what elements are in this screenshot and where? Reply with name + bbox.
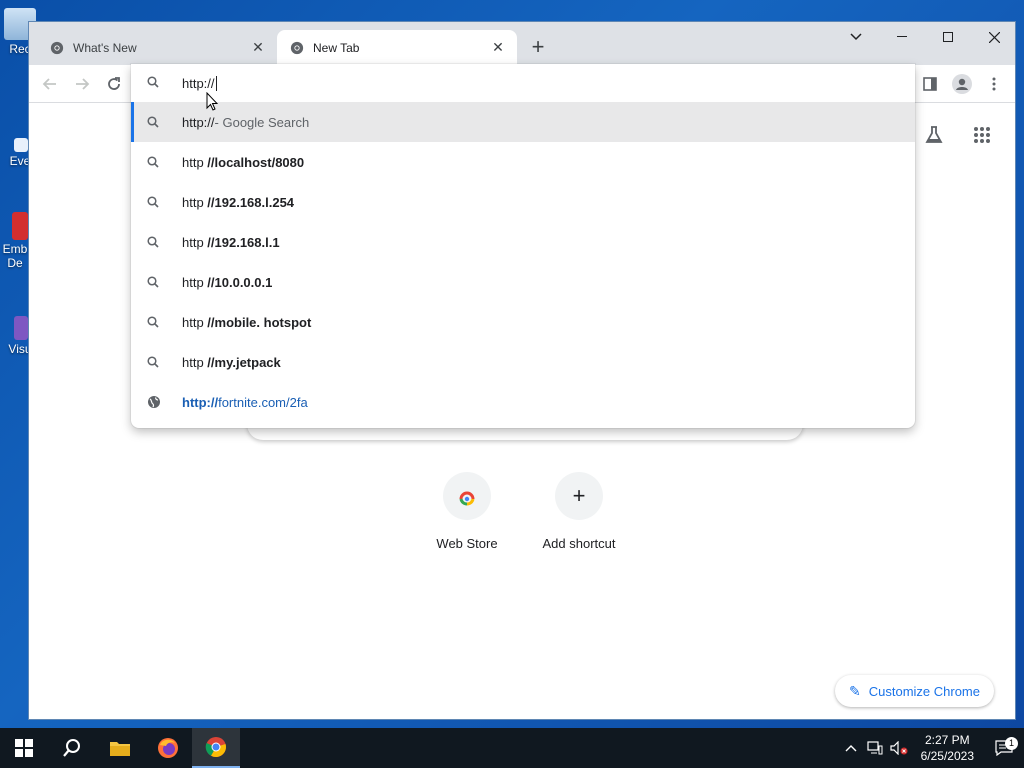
minimize-button[interactable] <box>879 22 925 52</box>
suggestion-prefix: http:// <box>182 394 219 410</box>
suggestion-prefix: http <box>182 154 208 170</box>
suggestion-rest: //192.168.l.1 <box>207 234 280 250</box>
suggestion-prefix: http <box>182 194 208 210</box>
tab-strip: What's New ✕ New Tab ✕ + <box>29 22 1015 65</box>
clock-date: 6/25/2023 <box>920 749 974 763</box>
menu-icon[interactable] <box>979 69 1009 99</box>
app-icon <box>12 212 28 240</box>
shortcut-label: Web Store <box>436 536 498 551</box>
mouse-cursor-icon <box>206 91 219 116</box>
tab-search-button[interactable] <box>833 22 879 52</box>
search-icon <box>147 75 163 91</box>
suggestion-rest: //10.0.0.0.1 <box>207 274 273 290</box>
globe-icon <box>147 395 163 409</box>
start-button[interactable] <box>0 728 48 768</box>
customize-label: Customize Chrome <box>868 683 980 699</box>
notification-badge: 1 <box>1005 737 1018 750</box>
search-icon <box>147 196 163 208</box>
suggestion-prefix: http <box>182 234 208 250</box>
suggestion-item[interactable]: http //mobile. hotspot <box>131 302 915 342</box>
search-icon <box>147 156 163 168</box>
suggestion-rest: //mobile. hotspot <box>207 314 312 330</box>
shortcut-icon <box>14 138 28 152</box>
pencil-icon: ✎ <box>849 682 861 699</box>
visual-studio-icon <box>14 316 28 340</box>
suggestion-rest: //my.jetpack <box>207 354 281 370</box>
tab-whats-new[interactable]: What's New ✕ <box>37 30 277 65</box>
suggestion-item[interactable]: http://fortnite.com/2fa <box>131 382 915 422</box>
suggestion-rest: //192.168.l.254 <box>207 194 295 210</box>
file-explorer-icon[interactable] <box>96 728 144 768</box>
system-tray: 2:27 PM 6/25/2023 1 <box>839 728 1024 768</box>
suggestion-prefix: http <box>182 314 208 330</box>
suggestion-rest: //localhost/8080 <box>207 154 305 170</box>
reload-button[interactable] <box>99 69 129 99</box>
suggestion-item[interactable]: http //my.jetpack <box>131 342 915 382</box>
profile-icon[interactable] <box>947 69 977 99</box>
suggestion-rest: fortnite.com/2fa <box>218 394 308 410</box>
network-icon[interactable] <box>863 741 887 755</box>
address-input[interactable]: http:// <box>182 76 215 91</box>
web-store-icon <box>443 472 491 520</box>
shortcut-add[interactable]: + Add shortcut <box>529 472 629 551</box>
firefox-icon[interactable] <box>144 728 192 768</box>
suggestion-item[interactable]: http //10.0.0.0.1 <box>131 262 915 302</box>
close-tab-icon[interactable]: ✕ <box>249 39 267 57</box>
forward-button[interactable] <box>67 69 97 99</box>
plus-icon: + <box>555 472 603 520</box>
search-icon <box>147 276 163 288</box>
search-icon <box>147 236 163 248</box>
new-tab-button[interactable]: + <box>525 34 551 60</box>
suggestion-rest: - Google Search <box>214 114 310 130</box>
back-button[interactable] <box>35 69 65 99</box>
suggestion-prefix: http <box>182 354 208 370</box>
tab-new-tab[interactable]: New Tab ✕ <box>277 30 517 65</box>
search-icon <box>147 116 163 128</box>
close-tab-icon[interactable]: ✕ <box>489 39 507 57</box>
tab-title: What's New <box>73 40 137 55</box>
suggestion-prefix: http:// <box>182 114 215 130</box>
text-caret <box>215 75 217 91</box>
close-window-button[interactable] <box>971 22 1015 52</box>
suggestion-item[interactable]: http //localhost/8080 <box>131 142 915 182</box>
browser-window: What's New ✕ New Tab ✕ + http:// http://… <box>28 21 1016 720</box>
search-button[interactable] <box>48 728 96 768</box>
suggestion-item[interactable]: http //192.168.l.1 <box>131 222 915 262</box>
suggestion-prefix: http <box>182 274 208 290</box>
taskbar: 2:27 PM 6/25/2023 1 <box>0 728 1024 768</box>
clock-time: 2:27 PM <box>924 733 970 747</box>
volume-muted-icon[interactable] <box>887 741 911 755</box>
chrome-icon <box>49 40 65 56</box>
customize-chrome-button[interactable]: ✎ Customize Chrome <box>835 675 994 707</box>
clock[interactable]: 2:27 PM 6/25/2023 <box>911 732 984 764</box>
desktop-icon-label: Emb De <box>2 242 28 270</box>
omnibox-dropdown: http:// http:// - Google Search http //l… <box>131 64 915 428</box>
chrome-taskbar-icon[interactable] <box>192 728 240 768</box>
shortcut-label: Add shortcut <box>542 536 616 551</box>
labs-icon[interactable] <box>919 120 949 150</box>
suggestion-item[interactable]: http:// - Google Search <box>131 102 915 142</box>
shortcut-web-store[interactable]: Web Store <box>417 472 517 551</box>
notification-icon[interactable]: 1 <box>984 737 1024 756</box>
maximize-button[interactable] <box>925 22 971 52</box>
chevron-up-icon[interactable] <box>839 744 863 752</box>
side-panel-icon[interactable] <box>915 69 945 99</box>
suggestion-item[interactable]: http //192.168.l.254 <box>131 182 915 222</box>
chrome-icon <box>289 40 305 56</box>
search-icon <box>147 356 163 368</box>
apps-grid-icon[interactable] <box>967 120 997 150</box>
address-bar[interactable]: http:// <box>131 64 915 102</box>
tab-title: New Tab <box>313 40 360 55</box>
search-icon <box>147 316 163 328</box>
